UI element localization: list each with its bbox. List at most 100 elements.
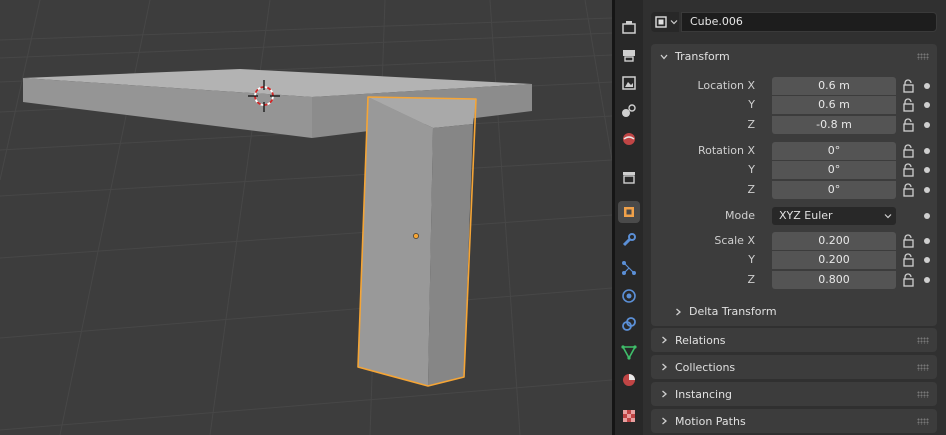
object-square-icon (655, 16, 667, 28)
scale-x-field[interactable]: 0.200 (772, 232, 896, 250)
3d-viewport[interactable] (0, 0, 612, 435)
tab-tool[interactable] (618, 16, 640, 38)
motion-paths-panel[interactable]: Motion Paths (651, 409, 937, 433)
relations-panel[interactable]: Relations (651, 328, 937, 352)
tab-constraints[interactable] (618, 313, 640, 335)
keyframe-dot-icon[interactable] (924, 277, 930, 283)
collections-panel-header[interactable]: Collections (651, 355, 937, 379)
panel-title: Motion Paths (675, 414, 746, 428)
keyframe-dot-icon[interactable] (924, 213, 930, 219)
lock-icon[interactable] (902, 253, 914, 267)
scale-x-label: Scale X (714, 234, 755, 247)
lock-icon[interactable] (902, 79, 914, 93)
object-name-field[interactable]: Cube.006 (681, 12, 937, 32)
keyframe-dot-icon[interactable] (924, 122, 930, 128)
location-z-label: Z (747, 118, 755, 131)
tool-icon (622, 21, 636, 34)
rotation-z-label: Z (747, 183, 755, 196)
keyframe-dot-icon[interactable] (924, 238, 930, 244)
rotation-y-field[interactable]: 0° (772, 161, 896, 179)
render-icon (623, 50, 635, 62)
constraints-icon (622, 317, 636, 331)
view-layer-icon (622, 104, 636, 117)
panel-title: Instancing (675, 387, 733, 401)
keyframe-dot-icon[interactable] (924, 257, 930, 263)
instancing-panel[interactable]: Instancing (651, 382, 937, 406)
tab-view-layer[interactable] (618, 100, 640, 122)
lock-icon[interactable] (902, 144, 914, 158)
rotation-x-field[interactable]: 0° (772, 142, 896, 160)
selected-leg-mesh[interactable] (357, 96, 477, 387)
mode-label: Mode (725, 209, 755, 222)
scene-icon (623, 133, 635, 145)
tab-data[interactable] (618, 341, 640, 363)
chevron-right-icon (676, 308, 681, 315)
location-y-label: Y (748, 98, 755, 111)
transform-panel: Transform Location X 0.6 m Y 0.6 m Z -0.… (651, 44, 937, 326)
lock-icon[interactable] (902, 98, 914, 112)
rotation-z-field[interactable]: 0° (772, 181, 896, 199)
drag-grip-icon[interactable] (917, 337, 929, 344)
rotation-x-label: Rotation X (697, 144, 755, 157)
tab-output[interactable] (618, 72, 640, 94)
object-icon (624, 207, 634, 217)
lock-icon[interactable] (902, 273, 914, 287)
rotation-mode-select[interactable]: XYZ Euler (772, 207, 896, 225)
panel-title: Collections (675, 360, 736, 374)
lock-icon[interactable] (902, 183, 914, 197)
collections-panel[interactable]: Collections (651, 355, 937, 379)
location-x-label: Location X (697, 79, 755, 92)
properties-editor: Cube.006 Transform Location X 0.6 m Y 0.… (643, 0, 946, 435)
keyframe-dot-icon[interactable] (924, 167, 930, 173)
keyframe-dot-icon[interactable] (924, 148, 930, 154)
delta-transform-label: Delta Transform (689, 305, 777, 318)
texture-icon (623, 410, 635, 422)
rotation-y-label: Y (748, 163, 755, 176)
scale-z-label: Z (747, 273, 755, 286)
location-z-field[interactable]: -0.8 m (772, 116, 896, 134)
panel-title: Transform (675, 50, 730, 63)
relations-panel-header[interactable]: Relations (651, 328, 937, 352)
material-icon (623, 374, 635, 386)
tab-texture[interactable] (618, 405, 640, 427)
collection-icon (623, 172, 635, 184)
tab-modifier[interactable] (618, 229, 640, 251)
keyframe-dot-icon[interactable] (924, 83, 930, 89)
tab-collection[interactable] (618, 166, 640, 188)
scale-y-field[interactable]: 0.200 (772, 251, 896, 269)
keyframe-dot-icon[interactable] (924, 102, 930, 108)
chevron-right-icon (662, 417, 667, 425)
drag-grip-icon[interactable] (917, 418, 929, 425)
modifier-icon (622, 233, 636, 247)
tab-scene[interactable] (618, 128, 640, 150)
drag-grip-icon[interactable] (917, 53, 929, 60)
tab-physics[interactable] (618, 285, 640, 307)
lock-icon[interactable] (902, 163, 914, 177)
lock-icon[interactable] (902, 234, 914, 248)
drag-grip-icon[interactable] (917, 364, 929, 371)
lock-icon[interactable] (902, 118, 914, 132)
object-type-dropdown[interactable] (651, 12, 679, 32)
motion-paths-panel-header[interactable]: Motion Paths (651, 409, 937, 433)
properties-tab-bar (615, 0, 643, 435)
drag-grip-icon[interactable] (917, 391, 929, 398)
tab-object[interactable] (618, 201, 640, 223)
tab-render[interactable] (618, 44, 640, 66)
chevron-right-icon (662, 363, 667, 371)
chevron-right-icon (662, 390, 667, 398)
scale-y-label: Y (748, 253, 755, 266)
tab-material[interactable] (618, 369, 640, 391)
location-y-field[interactable]: 0.6 m (772, 96, 896, 114)
transform-panel-header[interactable]: Transform (651, 44, 937, 69)
data-icon (621, 345, 637, 360)
instancing-panel-header[interactable]: Instancing (651, 382, 937, 406)
chevron-down-icon (670, 20, 678, 25)
keyframe-dot-icon[interactable] (924, 187, 930, 193)
delta-transform-header[interactable]: Delta Transform (673, 305, 777, 318)
physics-icon (622, 289, 636, 303)
scale-z-field[interactable]: 0.800 (772, 271, 896, 289)
tab-particles[interactable] (618, 257, 640, 279)
panel-title: Relations (675, 333, 726, 347)
location-x-field[interactable]: 0.6 m (772, 77, 896, 95)
chevron-down-icon (884, 214, 892, 219)
